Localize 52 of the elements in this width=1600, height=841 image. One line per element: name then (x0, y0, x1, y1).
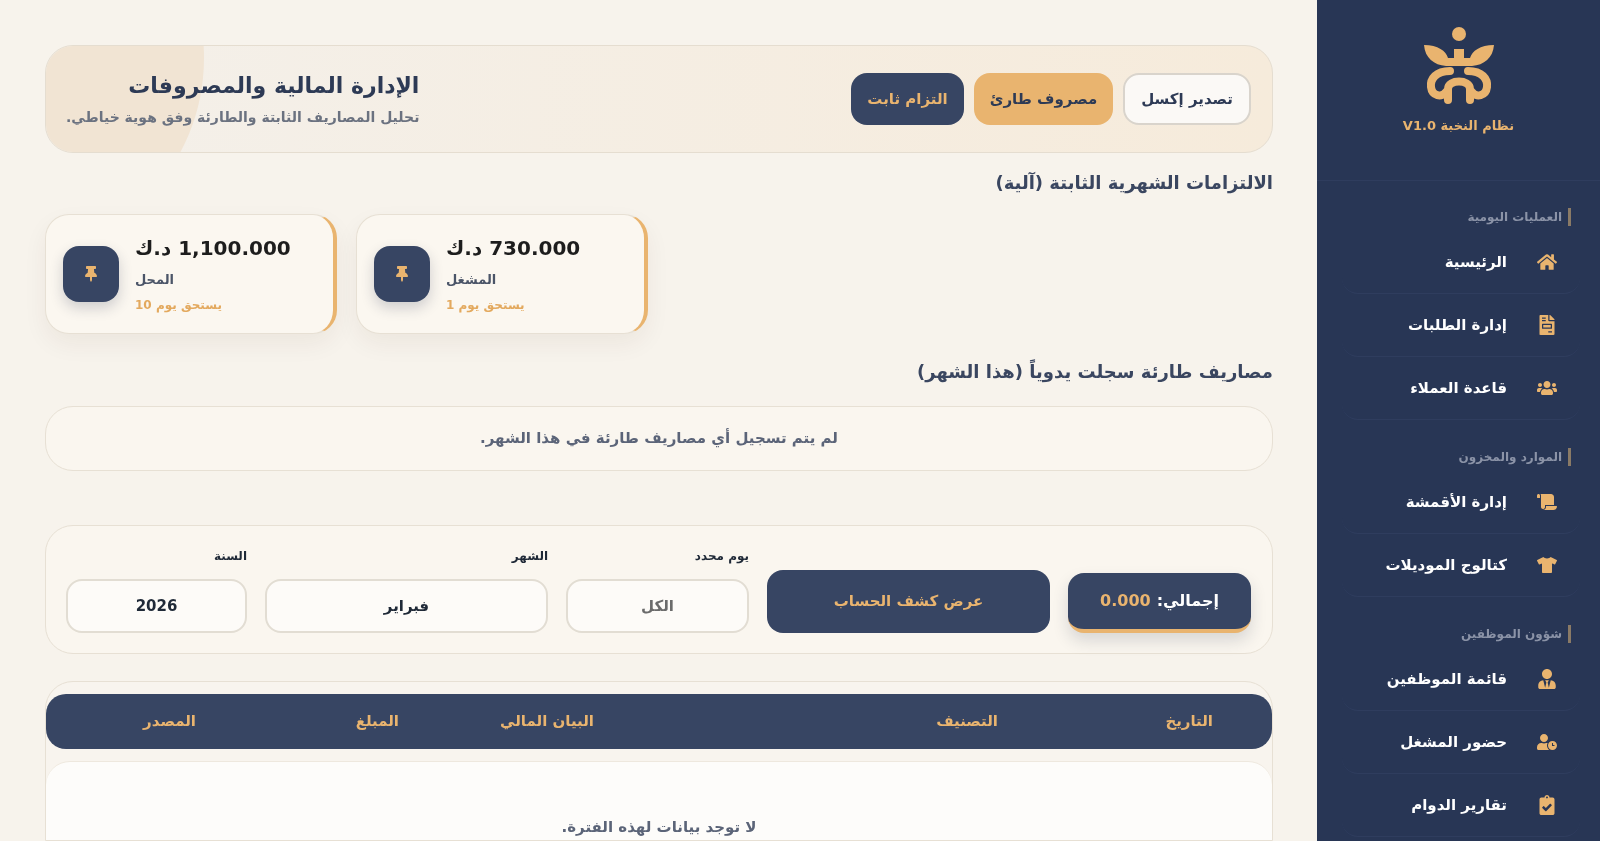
field-label: الشهر (511, 548, 548, 564)
scroll-icon (1537, 492, 1557, 512)
column-header: البيان المالي (500, 711, 594, 733)
page-title: الإدارة المالية والمصروفات (128, 72, 420, 100)
column-header: التصنيف (936, 711, 998, 733)
t-shirt-icon (1537, 555, 1557, 575)
nav-item[interactable]: كتالوج الموديلات (1342, 534, 1580, 597)
card-due-date: يستحق يوم 10 (135, 296, 222, 313)
field-label: السنة (214, 548, 247, 564)
empty-message: لا توجد بيانات لهذه الفترة. (561, 817, 757, 837)
section-title: شؤون الموظفين (1460, 625, 1571, 643)
column-header: المبلغ (355, 711, 399, 733)
total-label: إجمالي: (1156, 590, 1219, 613)
empty-message: لم يتم تسجيل أي مصاريف طارئة في هذا الشهر. (480, 427, 838, 450)
nav-item[interactable]: إدارة الطلبات (1342, 294, 1580, 357)
section-title: العمليات اليومية (1467, 208, 1571, 226)
users-icon (1537, 378, 1557, 398)
pin-icon (63, 246, 119, 302)
user-tie-icon (1537, 669, 1557, 689)
app-name: نظام النخبة V1.0 (1402, 118, 1515, 134)
section-heading: مصاريف طارئة سجلت يدوياً (هذا الشهر) (916, 361, 1273, 383)
card-amount: 1,100.000 د.ك (135, 235, 291, 260)
nav-item[interactable]: حضور المشغل (1342, 711, 1580, 774)
logo-icon (1423, 27, 1494, 104)
clipboard-check-icon (1537, 795, 1557, 815)
field-label: يوم محدد (694, 548, 749, 564)
document-icon (1537, 315, 1557, 335)
statement-button[interactable]: عرض كشف الحساب (767, 570, 1050, 633)
column-header: التاريخ (1165, 711, 1213, 733)
card-label: المحل (135, 271, 175, 288)
column-header: المصدر (143, 711, 196, 733)
nav-item[interactable]: قائمة الموظفين (1342, 648, 1580, 711)
filter-field[interactable]: 2026 (66, 579, 247, 633)
section-title: الموارد والمخزون (1458, 448, 1571, 466)
home-icon (1537, 252, 1557, 272)
page-subtitle: تحليل المصاريف الثابتة والطارئة وفق هوية خياطي. (66, 108, 420, 126)
section-heading: الالتزامات الشهرية الثابتة (آلية) (995, 172, 1273, 194)
user-clock-icon (1537, 732, 1557, 752)
header-button[interactable]: التزام ثابت (851, 73, 964, 125)
header-button[interactable]: مصروف طارئ (973, 73, 1114, 125)
nav-item[interactable]: قاعدة العملاء (1342, 357, 1580, 420)
total-value: 0.000 (1100, 590, 1151, 612)
pin-icon (374, 246, 430, 302)
card-amount: 730.000 د.ك (446, 235, 581, 260)
card-label: المشغل (446, 271, 497, 288)
nav-item[interactable]: إدارة الأقمشة (1342, 471, 1580, 534)
nav-item[interactable]: الرئيسية (1342, 231, 1580, 294)
filter-field[interactable]: الكل (566, 579, 749, 633)
filter-field[interactable]: فبراير (265, 579, 548, 633)
nav-item[interactable]: تقارير الدوام (1342, 774, 1580, 837)
header-button[interactable]: تصدير إكسل (1123, 73, 1251, 125)
card-due-date: يستحق يوم 1 (446, 296, 525, 313)
